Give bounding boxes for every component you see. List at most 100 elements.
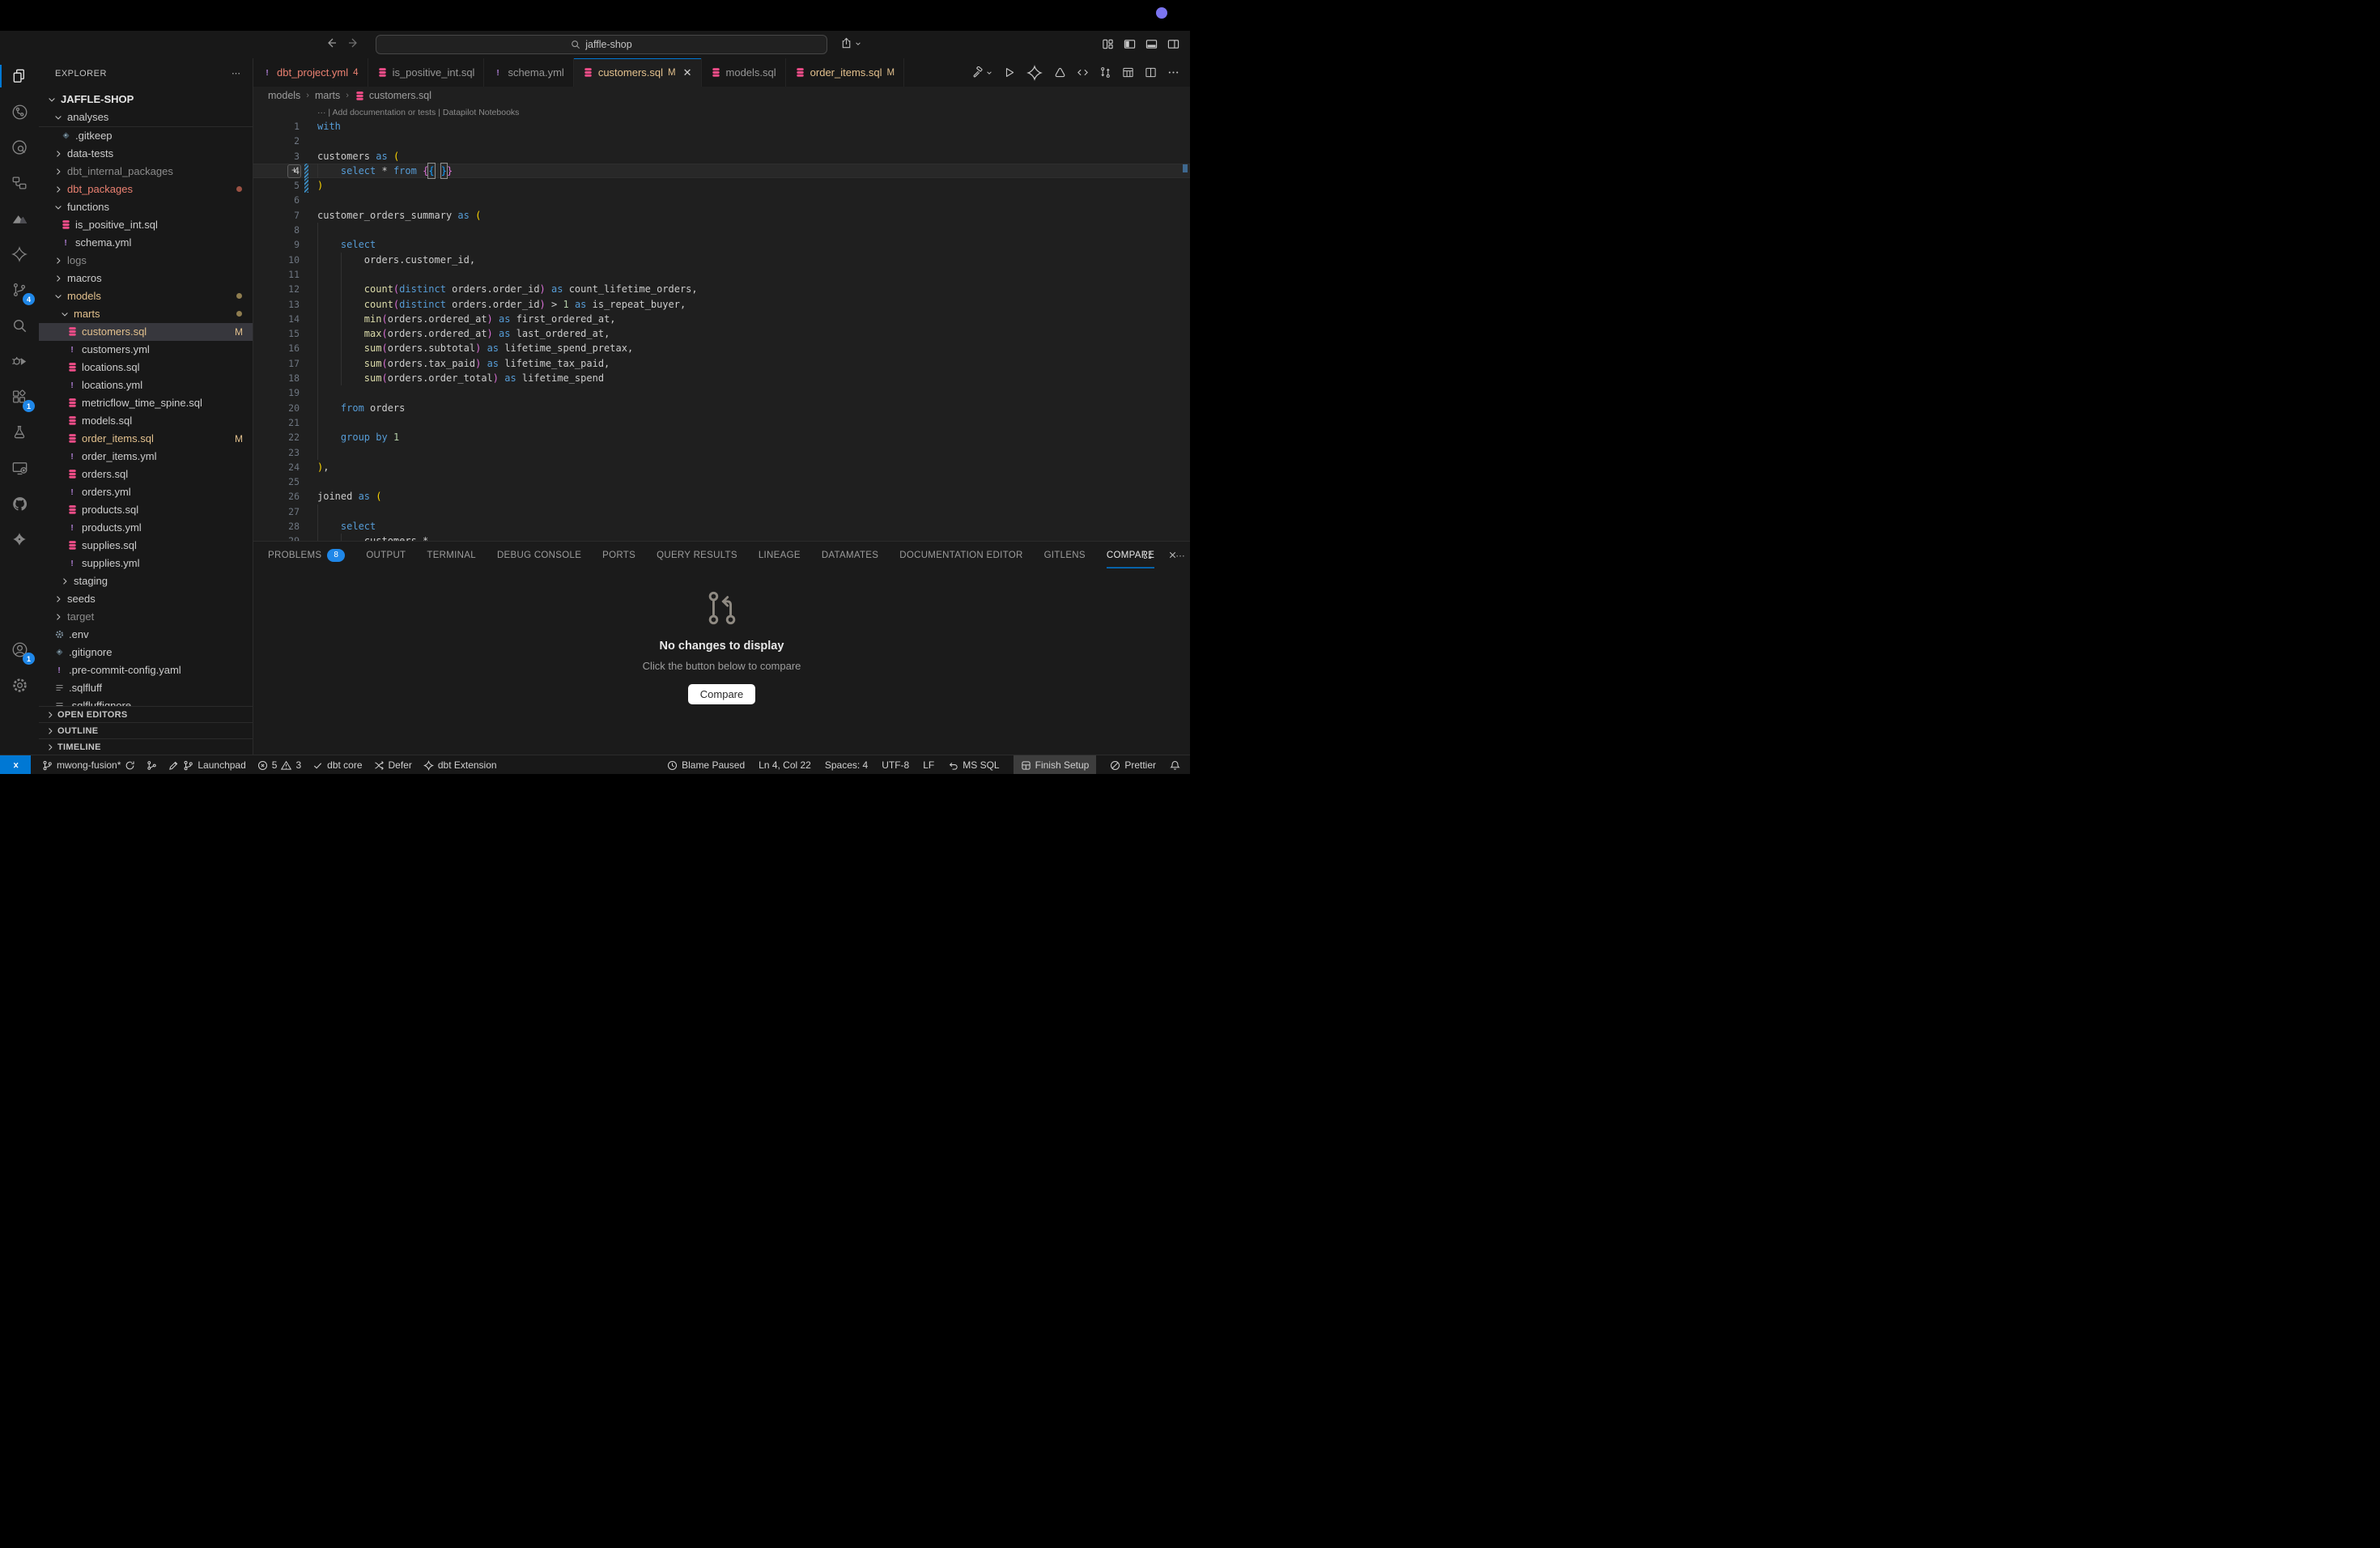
panel-tab-problems[interactable]: PROBLEMS8 [268, 542, 345, 568]
execute-sql-button[interactable] [1003, 66, 1015, 79]
close-icon[interactable]: ✕ [683, 66, 692, 79]
tree-file-orders.yml[interactable]: !orders.yml [39, 483, 253, 501]
tree-file-customers.sql[interactable]: customers.sqlM [39, 323, 253, 341]
code-line-10[interactable]: 10 orders.customer_id, [253, 253, 1190, 267]
code-editor[interactable]: ··· | Add documentation or tests | Datap… [253, 104, 1190, 541]
code-line-17[interactable]: 17 sum(orders.tax_paid) as lifetime_tax_… [253, 356, 1190, 371]
code-line-29[interactable]: 29 customers.*, [253, 534, 1190, 541]
codelens-actions[interactable]: ··· | Add documentation or tests | Datap… [253, 106, 1190, 119]
command-center-search[interactable]: jaffle-shop [376, 35, 827, 54]
tree-file-order_items.yml[interactable]: !order_items.yml [39, 448, 253, 466]
compare-changes-button[interactable] [1099, 66, 1111, 79]
status-finish-setup[interactable]: Finish Setup [1014, 755, 1097, 774]
code-line-11[interactable]: 11 [253, 267, 1190, 282]
code-line-15[interactable]: 15 max(orders.ordered_at) as last_ordere… [253, 326, 1190, 341]
activity-item-dbt-power-user-alt[interactable] [0, 521, 39, 557]
tree-file-orders.sql[interactable]: orders.sql [39, 466, 253, 483]
tree-file-is_positive_int.sql[interactable]: is_positive_int.sql [39, 216, 253, 234]
tab-dbt_project.yml[interactable]: !dbt_project.yml4 [253, 58, 368, 87]
activity-item-testing[interactable] [0, 415, 39, 450]
activity-item-project-flow[interactable] [0, 165, 39, 201]
more-actions-button[interactable] [1167, 66, 1179, 79]
code-line-19[interactable]: 19 [253, 385, 1190, 400]
status-notifications[interactable] [1170, 760, 1180, 771]
status-launchpad[interactable]: Launchpad [168, 759, 245, 771]
tab-schema.yml[interactable]: !schema.yml [484, 58, 573, 87]
tree-folder-dbt_packages[interactable]: dbt_packages [39, 181, 253, 198]
status-git-branch[interactable]: mwong-fusion* [42, 759, 135, 771]
code-line-1[interactable]: 1with [253, 119, 1190, 134]
breadcrumb-item[interactable]: models [268, 90, 300, 101]
panel-tab-output[interactable]: OUTPUT [366, 542, 406, 568]
toggle-primary-sidebar-icon[interactable] [1124, 38, 1136, 50]
tree-file-.env[interactable]: .env [39, 626, 253, 644]
panel-tab-debug-console[interactable]: DEBUG CONSOLE [497, 542, 581, 568]
close-panel-icon[interactable] [1167, 550, 1178, 560]
tree-file-.pre-commit-config.yaml[interactable]: !.pre-commit-config.yaml [39, 661, 253, 679]
tree-file-order_items.sql[interactable]: order_items.sqlM [39, 430, 253, 448]
activity-item-source-control[interactable]: 4 [0, 272, 39, 308]
maximize-panel-icon[interactable] [1142, 550, 1153, 560]
panel-tab-gitlens[interactable]: GITLENS [1044, 542, 1086, 568]
tab-models.sql[interactable]: models.sql [702, 58, 786, 87]
split-editor-button[interactable] [1145, 66, 1157, 79]
code-line-22[interactable]: 22 group by 1 [253, 430, 1190, 444]
compare-button[interactable]: Compare [688, 684, 755, 704]
tree-folder-macros[interactable]: macros [39, 270, 253, 287]
tree-file-models.sql[interactable]: models.sql [39, 412, 253, 430]
explorer-more-actions-icon[interactable]: ⋯ [232, 68, 241, 79]
code-line-23[interactable]: 23 [253, 445, 1190, 460]
status-problems-summary[interactable]: 53 [257, 759, 301, 771]
status-git-graph-action[interactable] [147, 760, 157, 771]
panel-tab-terminal[interactable]: TERMINAL [427, 542, 476, 568]
activity-item-dbt-power-user[interactable] [0, 236, 39, 272]
tree-file-products.yml[interactable]: !products.yml [39, 519, 253, 537]
sidebar-section-open-editors[interactable]: OPEN EDITORS [39, 706, 253, 722]
code-line-24[interactable]: 24), [253, 460, 1190, 474]
breadcrumb-file[interactable]: customers.sql [355, 90, 431, 101]
activity-item-github[interactable] [0, 486, 39, 521]
code-line-5[interactable]: 5) [253, 178, 1190, 193]
status-blame-status[interactable]: Blame Paused [667, 759, 745, 771]
tree-file-schema.yml[interactable]: !schema.yml [39, 234, 253, 252]
code-line-20[interactable]: 20 from orders [253, 401, 1190, 415]
sidebar-section-timeline[interactable]: TIMELINE [39, 738, 253, 755]
status-encoding[interactable]: UTF-8 [882, 759, 909, 771]
activity-item-run-and-debug[interactable] [0, 343, 39, 379]
tree-file-metricflow_time_spine.sql[interactable]: metricflow_time_spine.sql [39, 394, 253, 412]
tree-file-supplies.yml[interactable]: !supplies.yml [39, 555, 253, 572]
sidebar-section-outline[interactable]: OUTLINE [39, 722, 253, 738]
tree-file-locations.yml[interactable]: !locations.yml [39, 376, 253, 394]
tree-file-supplies.sql[interactable]: supplies.sql [39, 537, 253, 555]
forward-arrow-icon[interactable] [348, 37, 359, 49]
activity-item-git-graph[interactable] [0, 94, 39, 130]
panel-tab-lineage[interactable]: LINEAGE [759, 542, 801, 568]
tab-customers.sql[interactable]: customers.sqlM✕ [574, 58, 702, 87]
code-line-2[interactable]: 2 [253, 134, 1190, 148]
activity-item-explorer[interactable] [0, 58, 39, 94]
code-line-28[interactable]: 28 select [253, 519, 1190, 534]
code-line-26[interactable]: 26joined as ( [253, 489, 1190, 504]
tree-folder-models[interactable]: models [39, 287, 253, 305]
tree-folder-JAFFLE-SHOP[interactable]: JAFFLE-SHOP [39, 91, 253, 108]
tree-folder-logs[interactable]: logs [39, 252, 253, 270]
status-remote-indicator[interactable] [0, 755, 31, 774]
status-dbt-extension[interactable]: dbt Extension [423, 759, 497, 771]
breadcrumb[interactable]: models›marts›customers.sql [253, 87, 1190, 104]
activity-item-extensions[interactable]: 1 [0, 379, 39, 415]
code-line-4[interactable]: +4 select * from {{ }} [253, 164, 1190, 178]
activity-item-datapilot[interactable] [0, 201, 39, 236]
code-line-16[interactable]: 16 sum(orders.subtotal) as lifetime_spen… [253, 341, 1190, 355]
activity-item-accounts[interactable]: 1 [0, 632, 39, 667]
tree-folder-functions[interactable]: functions [39, 198, 253, 216]
tree-folder-target[interactable]: target [39, 608, 253, 626]
dbt-action-button[interactable] [1054, 66, 1066, 79]
status-cursor-position[interactable]: Ln 4, Col 22 [759, 759, 811, 771]
activity-item-manage-settings[interactable] [0, 667, 39, 703]
panel-tab-documentation-editor[interactable]: DOCUMENTATION EDITOR [899, 542, 1022, 568]
code-line-18[interactable]: 18 sum(orders.order_total) as lifetime_s… [253, 371, 1190, 385]
tree-folder-data-tests[interactable]: data-tests [39, 145, 253, 163]
tree-file-.gitignore[interactable]: .gitignore [39, 644, 253, 661]
tree-folder-staging[interactable]: staging [39, 572, 253, 590]
back-arrow-icon[interactable] [325, 37, 337, 49]
